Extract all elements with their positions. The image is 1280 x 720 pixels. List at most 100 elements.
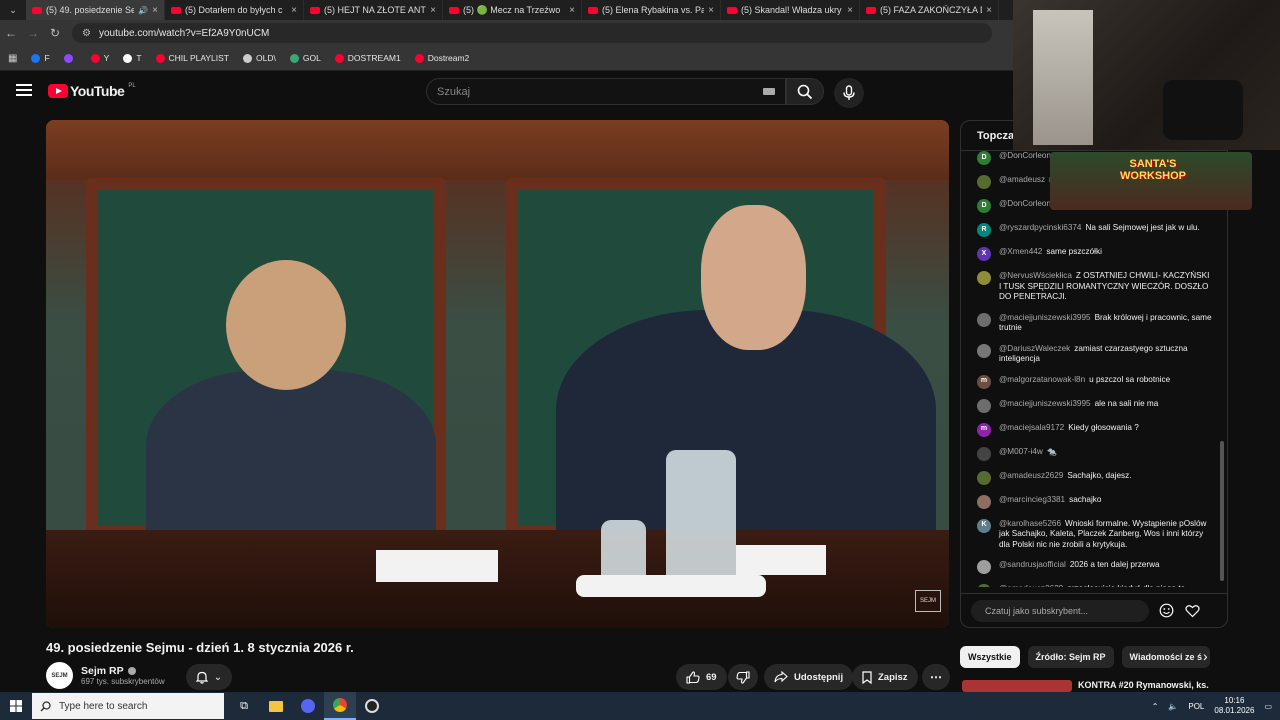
browser-tab[interactable]: (5) 🟢 Mecz na Trzeźwo × [443, 0, 582, 20]
chat-author[interactable]: @sandrusjaofficial [999, 560, 1066, 569]
tray-chevron-up-icon[interactable]: ⌃ [1152, 702, 1159, 711]
chat-message[interactable]: m @maciejsala9172 Kiedy głosowania ? [977, 422, 1213, 437]
chat-author[interactable]: @ryszardpycinski6374 [999, 223, 1082, 232]
bookmark-item[interactable]: DOSTREAM1 [334, 53, 401, 63]
notifications-icon[interactable]: ▭ [1264, 702, 1272, 711]
chat-message[interactable]: @NervusWściekłica Z OSTATNIEJ CHWILI- KAC… [977, 271, 1213, 303]
tab-search-icon[interactable]: ⌄ [0, 0, 26, 20]
chrome-icon[interactable] [324, 692, 356, 720]
chat-author[interactable]: @Xmen442 [999, 247, 1042, 256]
chat-avatar[interactable]: D [977, 151, 991, 165]
bookmark-item[interactable]: T [123, 53, 142, 63]
browser-tab[interactable]: (5) Elena Rybakina vs. Pau × [582, 0, 721, 20]
bookmark-item[interactable]: Y [90, 53, 109, 63]
heart-button[interactable] [1183, 602, 1201, 620]
like-button[interactable]: 69 [676, 664, 727, 690]
chat-avatar[interactable] [977, 398, 991, 413]
voice-search-button[interactable] [834, 78, 864, 108]
close-tab-icon[interactable]: × [152, 5, 158, 16]
back-icon[interactable]: ← [0, 26, 22, 40]
filter-chip[interactable]: Źródło: Sejm RP [1027, 646, 1114, 668]
volume-icon[interactable]: 🔈 [1168, 702, 1178, 711]
recommended-thumbnail[interactable] [962, 680, 1072, 692]
chat-avatar[interactable] [977, 560, 991, 574]
discord-icon[interactable] [292, 692, 324, 720]
chat-avatar[interactable] [977, 271, 991, 285]
chat-author[interactable]: @NervusWściekłica [999, 271, 1072, 280]
language-indicator[interactable]: POL [1188, 702, 1204, 711]
site-info-icon[interactable]: ⚙ [82, 28, 91, 39]
chat-message[interactable]: R @ryszardpycinski6374 Na sali Sejmowej je… [977, 223, 1213, 237]
obs-icon[interactable] [356, 692, 388, 720]
more-actions-button[interactable]: ⋯ [922, 664, 950, 690]
chat-author[interactable]: @karolhase5266 [999, 519, 1061, 528]
filter-chip[interactable]: Wiadomości ze ś [1121, 646, 1210, 668]
close-tab-icon[interactable]: × [847, 5, 853, 16]
chat-message[interactable]: @M007-i4w 🐀 [977, 446, 1213, 461]
search-button[interactable] [786, 78, 824, 105]
chat-avatar[interactable]: R [977, 223, 991, 237]
audio-icon[interactable]: 🔊 [138, 6, 148, 15]
chat-author[interactable]: @amadeusz [999, 175, 1045, 184]
chat-message[interactable]: @maciejjuniszewski3995 ale na sali nie ma [977, 398, 1213, 413]
chat-message[interactable]: m @malgorzatanowak-l8n u pszczol sa robotn… [977, 374, 1213, 389]
chat-scrollbar[interactable] [1220, 441, 1224, 581]
reload-icon[interactable]: ↻ [44, 26, 66, 40]
start-button[interactable] [0, 700, 32, 712]
bookmark-item[interactable]: OLD\ [243, 53, 276, 63]
chat-avatar[interactable]: m [977, 422, 991, 437]
task-view-icon[interactable]: ⧉ [228, 692, 260, 720]
close-tab-icon[interactable]: × [291, 5, 297, 16]
chat-avatar[interactable]: m [977, 374, 991, 389]
chat-avatar[interactable] [977, 175, 991, 189]
dislike-button[interactable] [728, 664, 758, 690]
channel-avatar[interactable]: SEJM [46, 662, 73, 689]
emoji-button[interactable] [1157, 602, 1175, 620]
chat-author[interactable]: @maciejsala9172 [999, 423, 1064, 432]
bookmark-item[interactable]: F [31, 53, 50, 63]
forward-icon[interactable]: → [22, 26, 44, 40]
chat-message[interactable]: @amadeusz2629przegłosujcie kiedyś dla ni… [977, 584, 1213, 587]
chat-author[interactable]: @maciejjuniszewski3995 [999, 399, 1091, 408]
file-explorer-icon[interactable] [260, 692, 292, 720]
chat-author[interactable]: @marcincieg3381 [999, 495, 1065, 504]
taskbar-search[interactable]: Type here to search [32, 693, 224, 719]
chat-avatar[interactable] [977, 343, 991, 358]
bookmark-item[interactable]: CHIL PLAYLIST [155, 53, 229, 63]
chat-message-list[interactable]: D@DonCorleone-r7pprawego pos@amadeusznie… [961, 151, 1223, 587]
chat-avatar[interactable] [977, 312, 991, 327]
browser-tab[interactable]: (5) Skandal! Władza ukry × [721, 0, 860, 20]
browser-tab[interactable]: (5) HEJT NA ZŁOTE ANTO × [304, 0, 443, 20]
close-tab-icon[interactable]: × [430, 5, 436, 16]
save-button[interactable]: Zapisz [852, 664, 918, 690]
address-bar[interactable]: ⚙ youtube.com/watch?v=Ef2A9Y0nUCM [72, 23, 992, 43]
chat-avatar[interactable]: X [977, 247, 991, 261]
recommended-title[interactable]: KONTRA #20 Rymanowski, ks. [1078, 680, 1209, 690]
youtube-logo[interactable]: YouTube PL [48, 83, 136, 99]
video-player[interactable]: SEJM [46, 120, 949, 628]
close-tab-icon[interactable]: × [569, 5, 575, 16]
chat-author[interactable]: @amadeusz2629 [999, 584, 1063, 587]
chat-avatar[interactable] [977, 446, 991, 461]
apps-grid-icon[interactable]: ▦ [8, 53, 17, 64]
notification-bell-button[interactable]: ⌄ [186, 664, 232, 690]
bookmark-item[interactable]: GOL [289, 53, 321, 63]
chat-message[interactable]: K @karolhase5266 Wnioski formalne. Wystąpi… [977, 518, 1213, 551]
chat-avatar[interactable] [977, 470, 991, 485]
keyboard-icon[interactable] [763, 88, 775, 95]
chat-avatar[interactable]: D [977, 199, 991, 213]
chat-input[interactable]: Czatuj jako subskrybent... [971, 599, 1149, 622]
chat-author[interactable]: @maciejjuniszewski3995 [999, 313, 1091, 322]
chat-message[interactable]: @sandrusjaofficial 2026 a ten dalej przer… [977, 560, 1213, 574]
chat-author[interactable]: @malgorzatanowak-l8n [999, 375, 1085, 384]
chat-message[interactable]: @marcincieg3381 sachajko [977, 494, 1213, 509]
close-tab-icon[interactable]: × [708, 5, 714, 16]
close-tab-icon[interactable]: × [986, 5, 992, 16]
browser-tab[interactable]: (5) 49. posiedzenie Se 🔊 × [26, 0, 165, 20]
bookmark-item[interactable]: Dostream2 [414, 53, 469, 63]
clock[interactable]: 10:16 08.01.2026 [1214, 696, 1254, 716]
chevron-right-icon[interactable]: › [1203, 648, 1208, 664]
chat-message[interactable]: @DariuszWaleczek zamiast czarzastyego szt… [977, 343, 1213, 365]
filter-chip[interactable]: Wszystkie [960, 646, 1020, 668]
chat-avatar[interactable] [977, 584, 991, 587]
